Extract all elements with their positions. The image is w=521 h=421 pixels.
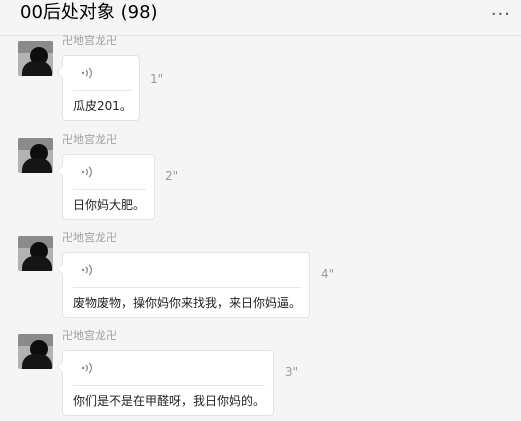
voice-transcript: 你们是不是在甲醛呀，我日你妈的。 — [73, 394, 266, 408]
divider — [73, 189, 146, 190]
avatar[interactable] — [18, 334, 53, 369]
divider — [73, 385, 265, 386]
voice-duration: 1" — [150, 72, 164, 86]
voice-message-bubble[interactable]: 日你妈大肥。 — [57, 154, 155, 220]
voice-message-bubble[interactable]: 瓜皮201。 — [57, 55, 140, 121]
voice-wave-icon — [81, 166, 92, 178]
voice-transcript: 瓜皮201。 — [73, 99, 132, 113]
voice-duration: 2" — [165, 169, 179, 183]
voice-transcript: 日你妈大肥。 — [73, 198, 146, 212]
message-list[interactable]: 卍地宫龙卍 瓜皮201。 1" 卍地宫龙卍 日你妈大肥。 2" 卍地宫龙卍 废物… — [0, 34, 521, 421]
voice-duration: 4" — [321, 267, 335, 281]
more-dots-icon[interactable]: ··· — [491, 6, 511, 24]
divider — [73, 90, 131, 91]
voice-wave-icon — [81, 67, 92, 79]
sender-name: 卍地宫龙卍 — [62, 329, 117, 342]
voice-duration: 3" — [285, 365, 299, 379]
sender-name: 卍地宫龙卍 — [62, 34, 117, 47]
sender-name: 卍地宫龙卍 — [62, 133, 117, 146]
voice-message-bubble[interactable]: 废物废物，操你妈你来找我，来日你妈逼。 — [57, 252, 310, 318]
voice-wave-icon — [81, 264, 92, 276]
avatar[interactable] — [18, 41, 53, 76]
voice-transcript: 废物废物，操你妈你来找我，来日你妈逼。 — [73, 296, 302, 310]
sender-name: 卍地宫龙卍 — [62, 231, 117, 244]
chat-header: 00后处对象 (98) ··· — [0, 0, 521, 36]
avatar[interactable] — [18, 138, 53, 173]
voice-message-bubble[interactable]: 你们是不是在甲醛呀，我日你妈的。 — [57, 350, 274, 416]
avatar[interactable] — [18, 236, 53, 271]
voice-wave-icon — [81, 362, 92, 374]
divider — [73, 287, 301, 288]
chat-title: 00后处对象 (98) — [20, 2, 158, 23]
